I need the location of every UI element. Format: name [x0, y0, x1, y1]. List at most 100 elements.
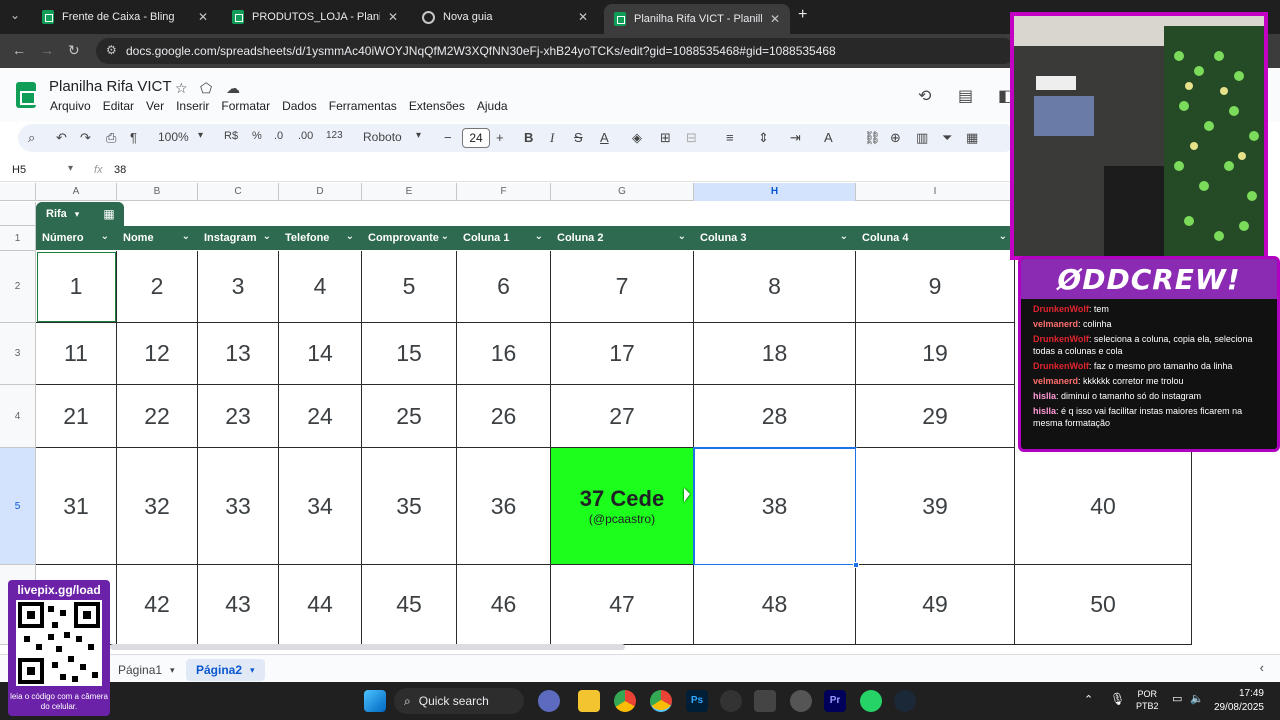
- grid-cell[interactable]: 43: [198, 565, 279, 645]
- grid-cell[interactable]: 28: [694, 385, 856, 448]
- windows-start-icon[interactable]: [364, 690, 386, 712]
- grid-cell[interactable]: 15: [362, 323, 457, 385]
- menu-inserir[interactable]: Inserir: [176, 99, 209, 113]
- grid-cell[interactable]: 6: [457, 251, 551, 323]
- percent-format-button[interactable]: %: [252, 130, 262, 142]
- grid-cell[interactable]: 12: [117, 323, 198, 385]
- chevron-down-icon[interactable]: ⌄: [346, 231, 354, 242]
- grid-cell[interactable]: 44: [279, 565, 362, 645]
- zoom-select[interactable]: 100%: [158, 130, 189, 144]
- filter-icon[interactable]: ⏷: [942, 130, 952, 146]
- row-header-5[interactable]: 5: [0, 448, 36, 565]
- grid-cell[interactable]: 27: [551, 385, 694, 448]
- forward-arrow-icon[interactable]: →: [40, 42, 54, 58]
- grid-cell[interactable]: 9: [856, 251, 1015, 323]
- microphone-icon[interactable]: 🎙: [1110, 692, 1125, 706]
- app-icon[interactable]: [790, 690, 812, 712]
- header-nome[interactable]: Nome ⌄: [117, 226, 198, 250]
- close-tab-icon[interactable]: ✕: [388, 10, 398, 24]
- chevron-down-icon[interactable]: ⌄: [263, 231, 271, 242]
- copilot-icon[interactable]: [538, 690, 560, 712]
- undo-icon[interactable]: ↶: [56, 130, 67, 146]
- grid-cell[interactable]: 19: [856, 323, 1015, 385]
- highlighted-cell-g5[interactable]: 37 Cede (@pcaastro): [551, 448, 694, 565]
- menu-dados[interactable]: Dados: [282, 99, 317, 113]
- grid-cell[interactable]: 18: [694, 323, 856, 385]
- whatsapp-icon[interactable]: [860, 690, 882, 712]
- horizontal-scrollbar[interactable]: [110, 644, 625, 650]
- close-tab-icon[interactable]: ✕: [578, 10, 588, 24]
- close-tab-icon[interactable]: ✕: [198, 10, 208, 24]
- redo-icon[interactable]: ↷: [80, 130, 91, 146]
- grid-cell[interactable]: 8: [694, 251, 856, 323]
- name-box[interactable]: H5: [12, 164, 26, 176]
- grid-cell[interactable]: 47: [551, 565, 694, 645]
- sheet-tab-pagina1[interactable]: Página1 ▾: [108, 659, 185, 681]
- column-header-d[interactable]: D: [279, 183, 362, 201]
- grid-cell[interactable]: 32: [117, 448, 198, 565]
- collapse-side-panel-icon[interactable]: ‹: [1260, 660, 1264, 675]
- site-info-icon[interactable]: ⚙: [106, 43, 117, 57]
- text-wrapping-icon[interactable]: ⇥: [790, 130, 801, 146]
- cloud-status-icon[interactable]: ☁: [226, 80, 240, 97]
- browser-tab-bling[interactable]: Frente de Caixa - Bling ✕: [32, 4, 218, 30]
- browser-tab-rifa[interactable]: Planilha Rifa VICT - Planilhas Go ✕: [604, 4, 790, 34]
- grid-cell[interactable]: 3: [198, 251, 279, 323]
- grid-cell[interactable]: 33: [198, 448, 279, 565]
- menu-arquivo[interactable]: Arquivo: [50, 99, 91, 113]
- select-all-corner[interactable]: [0, 183, 36, 201]
- font-size-input[interactable]: 24: [462, 128, 490, 148]
- table-options-icon[interactable]: ▦: [94, 202, 124, 226]
- chevron-down-icon[interactable]: ⌄: [999, 231, 1007, 242]
- history-icon[interactable]: ⟲: [918, 86, 931, 106]
- file-explorer-icon[interactable]: [578, 690, 600, 712]
- taskbar-search[interactable]: ⌕ Quick search: [394, 688, 524, 714]
- grid-cell[interactable]: 11: [36, 323, 117, 385]
- grid-cell[interactable]: 25: [362, 385, 457, 448]
- more-formats-button[interactable]: 123: [326, 130, 343, 141]
- header-coluna-1[interactable]: Coluna 1 ⌄: [457, 226, 551, 250]
- header-comprovante[interactable]: Comprovante ⌄: [362, 226, 457, 250]
- header-numero[interactable]: Número ⌄: [36, 226, 117, 250]
- row-header-3[interactable]: 3: [0, 323, 36, 385]
- star-icon[interactable]: ☆: [175, 80, 188, 97]
- decrease-font-size-icon[interactable]: −: [444, 130, 452, 145]
- column-header-a[interactable]: A: [36, 183, 117, 201]
- grid-cell[interactable]: 29: [856, 385, 1015, 448]
- formula-input[interactable]: 38: [114, 164, 126, 176]
- terminal-icon[interactable]: [754, 690, 776, 712]
- grid-cell[interactable]: 45: [362, 565, 457, 645]
- chevron-down-icon[interactable]: ⌄: [101, 231, 109, 242]
- grid-cell[interactable]: 21: [36, 385, 117, 448]
- grid-cell[interactable]: 7: [551, 251, 694, 323]
- column-header-i[interactable]: I: [856, 183, 1015, 201]
- obs-icon[interactable]: [720, 690, 742, 712]
- chevron-down-icon[interactable]: ⌄: [182, 231, 190, 242]
- volume-icon[interactable]: 🔈: [1190, 692, 1204, 705]
- grid-cell[interactable]: 4: [279, 251, 362, 323]
- header-instagram[interactable]: Instagram ⌄: [198, 226, 279, 250]
- merge-cells-icon[interactable]: ⊟: [686, 130, 697, 146]
- fill-handle[interactable]: [853, 562, 859, 568]
- menu-editar[interactable]: Editar: [103, 99, 134, 113]
- row-header-4[interactable]: 4: [0, 385, 36, 448]
- chevron-down-icon[interactable]: ▾: [170, 665, 175, 676]
- font-select[interactable]: Roboto: [363, 130, 402, 144]
- chevron-down-icon[interactable]: ⌄: [678, 231, 686, 242]
- tab-search-icon[interactable]: ⌄: [10, 8, 20, 22]
- menu-ver[interactable]: Ver: [146, 99, 164, 113]
- italic-icon[interactable]: I: [550, 130, 554, 146]
- currency-format-button[interactable]: R$: [224, 130, 238, 142]
- bold-icon[interactable]: B: [524, 130, 533, 145]
- header-coluna-3[interactable]: Coluna 3 ⌄: [694, 226, 856, 250]
- insert-chart-icon[interactable]: ▥: [916, 130, 928, 146]
- increase-font-size-icon[interactable]: +: [496, 130, 504, 145]
- browser-tab-produtos[interactable]: PRODUTOS_LOJA - Planilhas Go ✕: [222, 4, 408, 30]
- column-header-g[interactable]: G: [551, 183, 694, 201]
- sheet-tab-pagina2[interactable]: Página2 ▾: [186, 659, 265, 681]
- vertical-align-icon[interactable]: ⇕: [758, 130, 769, 146]
- print-icon[interactable]: ⎙: [106, 130, 116, 146]
- network-icon[interactable]: ▭: [1172, 692, 1182, 705]
- header-telefone[interactable]: Telefone ⌄: [279, 226, 362, 250]
- grid-cell[interactable]: 50: [1015, 565, 1192, 645]
